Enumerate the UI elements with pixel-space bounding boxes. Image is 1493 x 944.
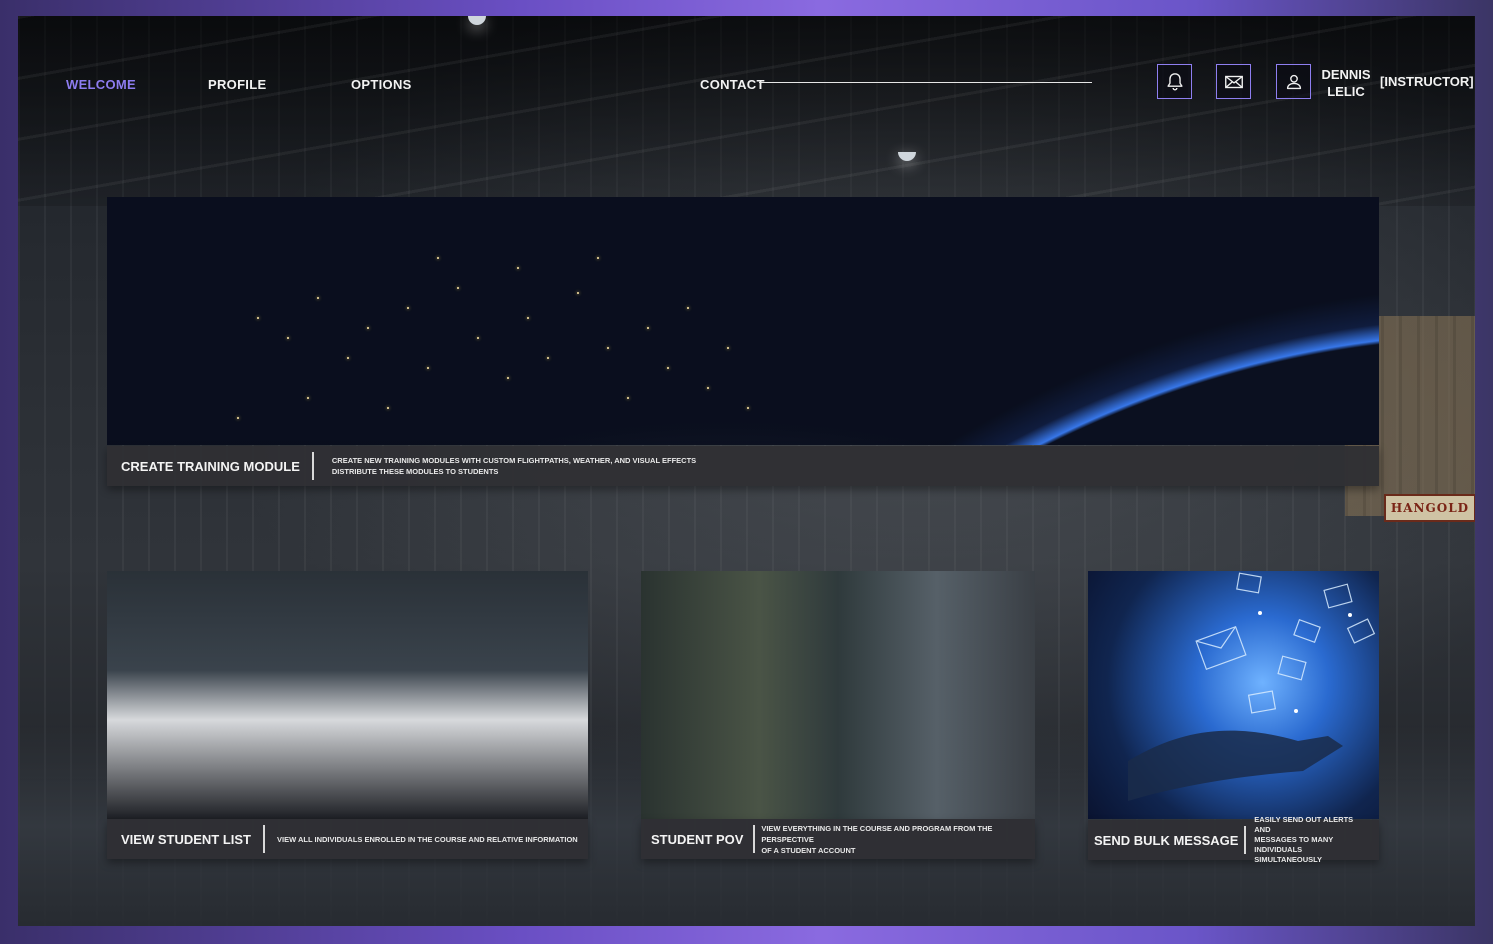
earth-image: [107, 197, 1379, 445]
description-line: MESSAGES TO MANY INDIVIDUALS: [1254, 835, 1334, 854]
student-pov-title: STUDENT POV: [651, 831, 744, 847]
send-bulk-message-description: EASILY SEND OUT ALERTS AND MESSAGES TO M…: [1246, 815, 1379, 865]
description-line: DISTRIBUTE THESE MODULES TO STUDENTS: [331, 467, 499, 476]
notifications-button[interactable]: [1157, 64, 1192, 99]
contact-divider: [759, 82, 1092, 83]
hangar-sign: HANGOLD: [1384, 494, 1475, 522]
nav-options[interactable]: OPTIONS: [351, 77, 412, 95]
description-line: EASILY SEND OUT ALERTS AND: [1254, 815, 1354, 834]
view-student-list-card[interactable]: VIEW STUDENT LIST VIEW ALL INDIVIDUALS E…: [107, 571, 588, 859]
description-line: SIMULTANEOUSLY: [1254, 855, 1323, 864]
send-bulk-message-bar: SEND BULK MESSAGE EASILY SEND OUT ALERTS…: [1088, 815, 1379, 864]
create-training-module-title: CREATE TRAINING MODULE: [121, 458, 300, 474]
view-student-list-bar: VIEW STUDENT LIST VIEW ALL INDIVIDUALS E…: [107, 819, 588, 859]
user-name[interactable]: DENNIS LELIC: [1317, 66, 1375, 100]
create-training-module-description: CREATE NEW TRAINING MODULES WITH CUSTOM …: [314, 455, 706, 477]
user-first-name: DENNIS: [1321, 67, 1371, 82]
description-line: VIEW EVERYTHING IN THE COURSE AND PROGRA…: [761, 823, 993, 844]
student-pov-bar: STUDENT POV VIEW EVERYTHING IN THE COURS…: [641, 819, 1035, 859]
ceiling-lamp: [898, 152, 916, 161]
send-bulk-message-card[interactable]: SEND BULK MESSAGE EASILY SEND OUT ALERTS…: [1088, 571, 1379, 864]
nav-welcome[interactable]: WELCOME: [66, 77, 136, 95]
ceiling-lamp: [468, 16, 486, 25]
user-icon: [1286, 74, 1301, 89]
bell-icon: [1166, 72, 1183, 90]
student-pov-description: VIEW EVERYTHING IN THE COURSE AND PROGRA…: [755, 823, 1035, 856]
messages-button[interactable]: [1216, 64, 1251, 99]
pilot-image: [641, 571, 1035, 819]
description-line: CREATE NEW TRAINING MODULES WITH CUSTOM …: [331, 456, 697, 465]
description-line: OF A STUDENT ACCOUNT: [761, 845, 856, 855]
envelopes-illustration: [1128, 572, 1376, 801]
view-student-list-title: VIEW STUDENT LIST: [121, 831, 251, 847]
send-bulk-message-title: SEND BULK MESSAGE: [1094, 832, 1239, 848]
nav-profile[interactable]: PROFILE: [208, 77, 266, 95]
user-role: [INSTRUCTOR]: [1380, 74, 1474, 89]
create-training-module-bar: CREATE TRAINING MODULE CREATE NEW TRAINI…: [107, 446, 1379, 486]
create-training-module-card[interactable]: CREATE TRAINING MODULE CREATE NEW TRAINI…: [107, 197, 1379, 486]
user-last-name: LELIC: [1327, 84, 1365, 99]
envelope-icon: [1224, 75, 1243, 88]
profile-button[interactable]: [1276, 64, 1311, 99]
classroom-image: [107, 571, 588, 819]
nav-contact[interactable]: CONTACT: [700, 77, 765, 95]
view-student-list-description: VIEW ALL INDIVIDUALS ENROLLED IN THE COU…: [277, 834, 578, 844]
student-pov-card[interactable]: STUDENT POV VIEW EVERYTHING IN THE COURS…: [641, 571, 1035, 859]
bulk-message-image: [1088, 571, 1379, 819]
